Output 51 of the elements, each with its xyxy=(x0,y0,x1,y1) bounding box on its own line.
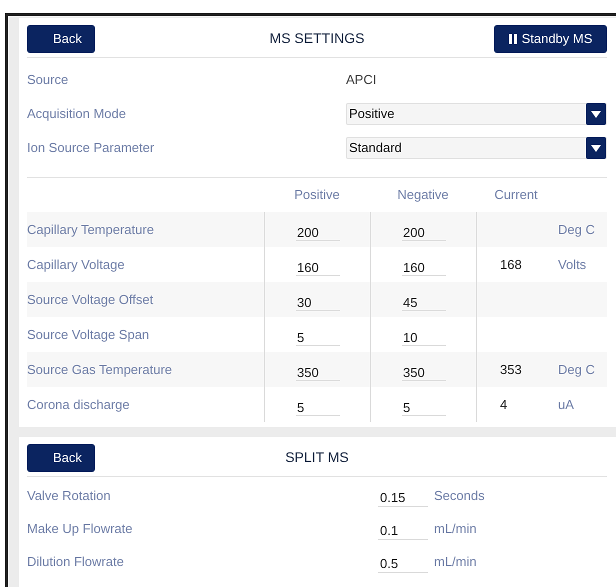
field-label: Valve Rotation xyxy=(27,486,112,505)
unit-label: Deg C xyxy=(558,360,595,379)
field-label: Source xyxy=(27,71,70,90)
current-value: 4 xyxy=(500,396,508,412)
row-label: Source Voltage Span xyxy=(27,326,150,344)
unit-label: Volts xyxy=(558,256,586,274)
standby-button[interactable]: Standby MS xyxy=(494,24,607,52)
row-label: Corona discharge xyxy=(27,396,130,414)
input-field[interactable]: 350 xyxy=(296,358,340,380)
input-field[interactable]: 5 xyxy=(296,324,340,346)
current-value: 353 xyxy=(500,362,522,376)
caret-icon xyxy=(586,103,606,125)
section-title: MS SETTINGS xyxy=(270,30,364,46)
input-field[interactable]: 5 xyxy=(296,394,340,416)
input-field[interactable]: 10 xyxy=(402,324,446,346)
dropdown[interactable]: Standard xyxy=(346,137,607,159)
input-field[interactable]: 30 xyxy=(296,288,340,310)
input-field[interactable]: 160 xyxy=(402,254,446,276)
input-field[interactable]: 45 xyxy=(402,288,446,310)
section-title: SPLIT MS xyxy=(285,448,349,464)
unit-label: uA xyxy=(558,396,574,414)
input-field[interactable]: 160 xyxy=(296,254,340,276)
field-value: APCI xyxy=(346,71,376,90)
unit-label: Seconds xyxy=(434,486,485,505)
input-field[interactable]: 200 xyxy=(296,218,340,240)
caret-icon xyxy=(586,137,606,159)
unit-label: mL/min xyxy=(434,552,477,571)
row-label: Source Gas Temperature xyxy=(27,360,172,379)
column-header: Positive xyxy=(294,187,340,202)
input-field[interactable]: 200 xyxy=(402,218,446,240)
column-header: Current xyxy=(494,187,538,202)
back-button[interactable]: Back xyxy=(27,24,95,52)
input-field[interactable]: 5 xyxy=(402,394,446,416)
field-label: Ion Source Parameter xyxy=(27,139,156,158)
input-field[interactable]: 0.1 xyxy=(378,518,428,540)
input-field[interactable]: 350 xyxy=(402,358,446,380)
pause-icon xyxy=(508,34,517,44)
field-label: Dilution Flowrate xyxy=(27,552,125,571)
input-field[interactable]: 0.5 xyxy=(378,550,428,572)
row-label: Capillary Voltage xyxy=(27,256,125,274)
unit-label: mL/min xyxy=(434,520,477,538)
field-label: Acquisition Mode xyxy=(27,105,127,124)
column-header: Negative xyxy=(397,187,449,202)
unit-label: Deg C xyxy=(558,220,595,239)
dropdown[interactable]: Positive xyxy=(346,103,607,125)
field-label: Make Up Flowrate xyxy=(27,520,134,538)
row-label: Capillary Temperature xyxy=(27,220,154,239)
input-field[interactable]: 0.15 xyxy=(378,484,428,506)
back-button[interactable]: Back xyxy=(27,444,95,472)
row-label: Source Voltage Offset xyxy=(27,290,154,309)
current-value: 168 xyxy=(500,256,522,272)
